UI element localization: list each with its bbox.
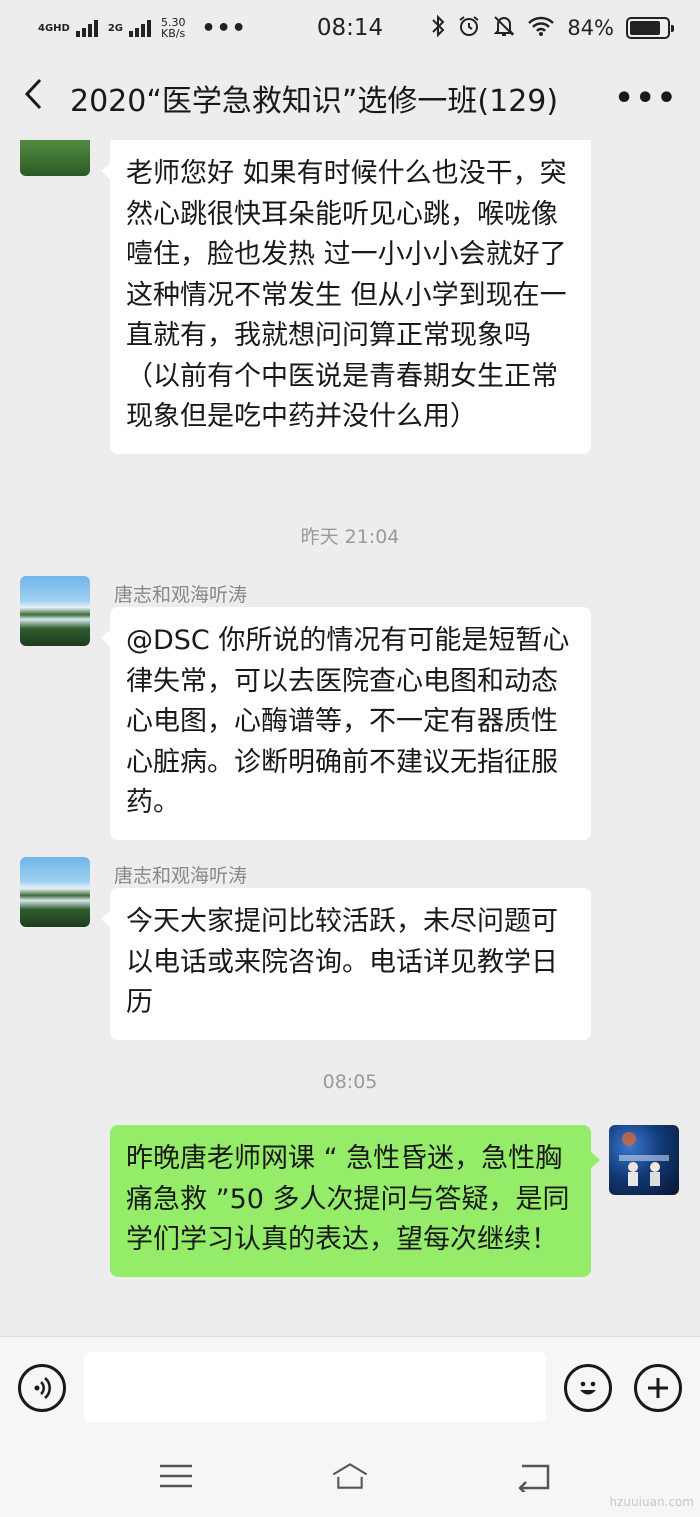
home-button[interactable]	[330, 1456, 370, 1496]
plus-button[interactable]	[634, 1364, 682, 1412]
status-left: 4GHD 2G 5.30 KB/s •••	[38, 16, 247, 41]
voice-button[interactable]	[18, 1364, 66, 1412]
sender-name: 唐志和观海听涛	[114, 584, 248, 606]
emoji-button[interactable]	[564, 1364, 612, 1412]
chevron-left-icon	[24, 78, 42, 109]
watermark: hzuuiuan.com	[609, 1495, 694, 1509]
message-bubble-self[interactable]: 昨晚唐老师网课 “ 急性昏迷，急性胸痛急救 ”50 多人次提问与答疑，是同学们学…	[110, 1125, 600, 1277]
message-list[interactable]: 老师您好 如果有时候什么也没干，突然心跳很快耳朵能听见心跳，喉咙像噎住，脸也发热…	[0, 140, 700, 1336]
status-bar: 4GHD 2G 5.30 KB/s ••• 08:14 84%	[0, 0, 700, 56]
message-timestamp: 昨天 21:04	[300, 526, 400, 548]
sender-avatar[interactable]	[20, 140, 90, 176]
voice-icon	[34, 1377, 51, 1399]
mute-icon	[493, 14, 515, 43]
home-icon	[332, 1463, 368, 1489]
sender-avatar[interactable]	[20, 576, 90, 646]
chat-title: 2020“医学急救知识”选修一班(129)	[70, 84, 559, 119]
message-bubble[interactable]: @DSC 你所说的情况有可能是短暂心律失常，可以去医院查心电图和动态心电图，心酶…	[101, 607, 591, 840]
battery-icon	[626, 17, 674, 39]
more-options-button[interactable]: •••	[614, 81, 678, 116]
back-icon	[518, 1464, 550, 1492]
network-label-2: 2G	[108, 23, 123, 34]
chat-header: 2020“医学急救知识”选修一班(129) •••	[0, 56, 700, 140]
sender-name: 唐志和观海听涛	[114, 865, 248, 887]
menu-button[interactable]	[156, 1456, 196, 1496]
message-bubble[interactable]: 老师您好 如果有时候什么也没干，突然心跳很快耳朵能听见心跳，喉咙像噎住，脸也发热…	[101, 140, 591, 454]
plus-icon	[648, 1378, 668, 1398]
system-nav-bar: hzuuiuan.com	[0, 1440, 700, 1517]
network-speed: 5.30 KB/s	[161, 17, 186, 39]
signal-icon-2	[129, 19, 152, 37]
emoji-icon	[580, 1381, 596, 1395]
message-input[interactable]	[84, 1352, 546, 1422]
stage-avatar-icon	[619, 1132, 669, 1186]
wifi-icon	[527, 15, 555, 42]
self-avatar[interactable]	[609, 1125, 679, 1195]
bluetooth-icon	[431, 14, 445, 43]
network-label: 4GHD	[38, 23, 70, 34]
network-secondary: 2G	[107, 22, 124, 34]
network-primary: 4GHD	[38, 22, 70, 34]
menu-icon	[160, 1464, 192, 1488]
status-right: 84%	[431, 14, 674, 43]
input-bar	[0, 1336, 700, 1440]
back-button[interactable]	[22, 77, 70, 120]
message-timestamp: 08:05	[322, 1071, 378, 1093]
status-overflow-icon: •••	[201, 15, 247, 41]
message-bubble[interactable]: 今天大家提问比较活跃，未尽问题可以电话或来院咨询。电话详见教学日历	[101, 888, 591, 1040]
battery-percent: 84%	[567, 16, 614, 40]
speed-unit: KB/s	[161, 27, 186, 40]
status-time: 08:14	[316, 15, 384, 41]
signal-icon	[75, 19, 98, 37]
sender-avatar[interactable]	[20, 857, 90, 927]
alarm-icon	[457, 14, 481, 43]
back-nav-button[interactable]	[514, 1456, 554, 1496]
